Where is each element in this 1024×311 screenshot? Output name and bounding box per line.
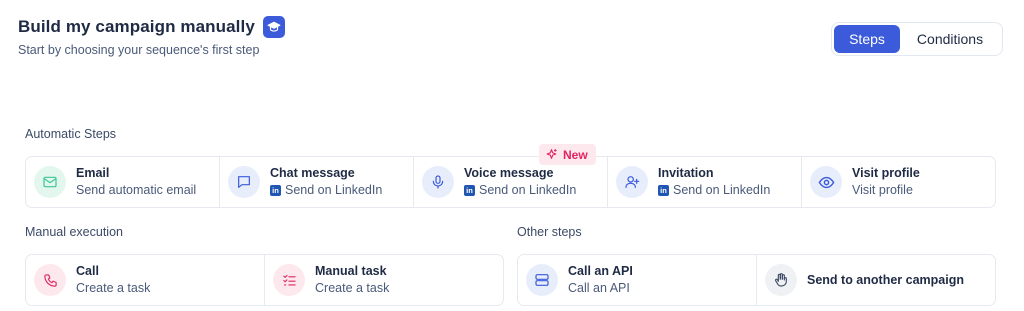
step-card-chat-message[interactable]: Chat message in Send on LinkedIn — [220, 157, 414, 207]
step-subtitle: Send on LinkedIn — [479, 183, 577, 197]
step-subtitle: Send automatic email — [76, 183, 197, 197]
automatic-steps-group: Email Send automatic email Chat message … — [25, 156, 996, 208]
step-card-email[interactable]: Email Send automatic email — [26, 157, 220, 207]
step-title: Call an API — [568, 264, 633, 278]
step-subtitle: Call an API — [568, 281, 630, 295]
other-steps-group: Call an API Call an API Send to another … — [517, 254, 996, 306]
hand-icon — [765, 264, 797, 296]
new-badge: New — [539, 144, 596, 165]
step-subtitle: Visit profile — [852, 183, 913, 197]
automatic-steps-label: Automatic Steps — [25, 127, 117, 141]
step-card-manual-task[interactable]: Manual task Create a task — [265, 255, 503, 305]
user-plus-icon — [616, 166, 648, 198]
eye-icon — [810, 166, 842, 198]
step-card-call-an-api[interactable]: Call an API Call an API — [518, 255, 757, 305]
linkedin-icon: in — [464, 185, 475, 196]
step-title: Voice message — [464, 166, 554, 180]
chat-icon — [228, 166, 260, 198]
microphone-icon — [422, 166, 454, 198]
view-toggle: Steps Conditions — [831, 22, 1003, 56]
page-title: Build my campaign manually — [18, 17, 255, 36]
step-card-send-to-another-campaign[interactable]: Send to another campaign — [757, 255, 995, 305]
tab-steps[interactable]: Steps — [834, 25, 900, 53]
page-subtitle: Start by choosing your sequence's first … — [18, 43, 260, 57]
step-subtitle: Send on LinkedIn — [673, 183, 771, 197]
step-card-visit-profile[interactable]: Visit profile Visit profile — [802, 157, 995, 207]
step-title: Manual task — [315, 264, 387, 278]
other-steps-label: Other steps — [517, 225, 582, 239]
manual-execution-label: Manual execution — [25, 225, 123, 239]
graduation-cap-icon[interactable] — [262, 16, 285, 38]
linkedin-icon: in — [658, 185, 669, 196]
step-subtitle: Create a task — [76, 281, 151, 295]
step-title: Call — [76, 264, 99, 278]
sparkle-icon — [546, 149, 557, 159]
step-title: Visit profile — [852, 166, 920, 180]
server-icon — [526, 264, 558, 296]
phone-icon — [34, 264, 66, 296]
page-header: Build my campaign manually Start by choo… — [18, 16, 285, 57]
tab-conditions[interactable]: Conditions — [900, 25, 1000, 53]
checklist-icon — [273, 264, 305, 296]
new-badge-label: New — [563, 147, 588, 162]
step-subtitle: Create a task — [315, 281, 390, 295]
step-card-call[interactable]: Call Create a task — [26, 255, 265, 305]
mail-icon — [34, 166, 66, 198]
step-title: Email — [76, 166, 110, 180]
linkedin-icon: in — [270, 185, 281, 196]
step-title: Chat message — [270, 166, 355, 180]
step-subtitle: Send on LinkedIn — [285, 183, 383, 197]
step-title: Invitation — [658, 166, 714, 180]
step-title: Send to another campaign — [807, 273, 964, 287]
step-card-invitation[interactable]: Invitation in Send on LinkedIn — [608, 157, 802, 207]
manual-execution-group: Call Create a task Manual task Create a … — [25, 254, 504, 306]
